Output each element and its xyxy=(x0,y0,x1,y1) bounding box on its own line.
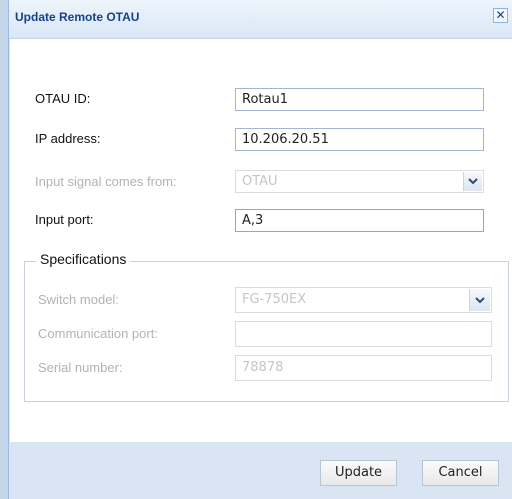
switch-model-select[interactable]: FG-750EX xyxy=(235,287,492,313)
ip-address-input[interactable]: 10.206.20.51 xyxy=(235,128,484,151)
input-signal-value: OTAU xyxy=(242,174,278,189)
update-remote-otau-dialog: Update Remote OTAU ✕ OTAU ID: Rotau1 IP … xyxy=(8,0,512,499)
otau-id-label: OTAU ID: xyxy=(35,91,91,106)
chevron-down-icon[interactable] xyxy=(469,289,490,311)
dialog-title: Update Remote OTAU xyxy=(15,10,140,24)
input-signal-label: Input signal comes from: xyxy=(35,174,177,189)
switch-model-label: Switch model: xyxy=(38,292,119,307)
dialog-titlebar: Update Remote OTAU ✕ xyxy=(9,0,512,39)
ip-address-label: IP address: xyxy=(35,131,101,146)
serial-number-label: Serial number: xyxy=(38,360,123,375)
update-button[interactable]: Update xyxy=(320,460,397,486)
chevron-down-icon[interactable] xyxy=(463,172,482,191)
specifications-legend: Specifications xyxy=(36,251,131,267)
communication-port-label: Communication port: xyxy=(38,326,158,341)
input-port-label: Input port: xyxy=(35,212,94,227)
serial-number-input[interactable]: 78878 xyxy=(235,355,492,381)
input-signal-select[interactable]: OTAU xyxy=(235,170,484,193)
dialog-body: OTAU ID: Rotau1 IP address: 10.206.20.51… xyxy=(10,39,512,442)
otau-id-input[interactable]: Rotau1 xyxy=(235,88,484,111)
cancel-button[interactable]: Cancel xyxy=(422,460,499,486)
communication-port-input[interactable] xyxy=(235,321,492,347)
switch-model-value: FG-750EX xyxy=(242,292,307,307)
dialog-footer: Update Cancel xyxy=(9,442,512,499)
close-button[interactable]: ✕ xyxy=(493,8,508,23)
close-icon: ✕ xyxy=(495,8,506,22)
input-port-input[interactable]: A,3 xyxy=(235,209,484,232)
